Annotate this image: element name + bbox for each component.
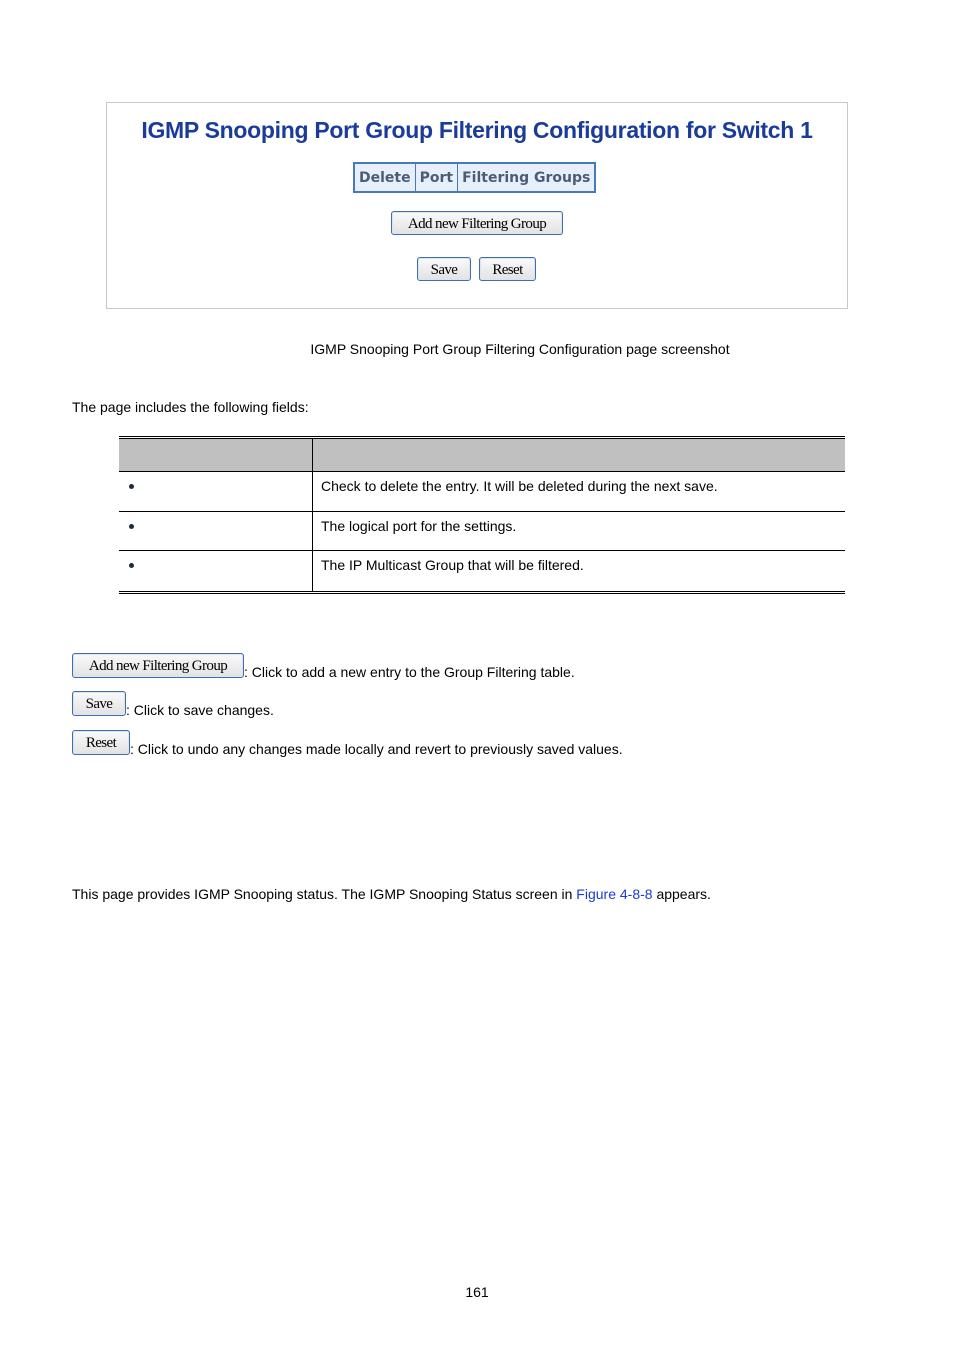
reset-button-sample[interactable]: Reset: [72, 730, 130, 755]
add-new-filtering-group-button[interactable]: Add new Filtering Group: [391, 211, 563, 235]
column-header-delete: Delete: [353, 162, 416, 193]
config-screenshot: IGMP Snooping Port Group Filtering Confi…: [106, 102, 848, 309]
bullet-icon: [129, 484, 134, 489]
add-new-filtering-group-button-sample[interactable]: Add new Filtering Group: [72, 653, 244, 678]
filtering-groups-table: Delete Port Filtering Groups: [353, 162, 597, 193]
field-description: The IP Multicast Group that will be filt…: [321, 557, 584, 573]
status-paragraph: This page provides IGMP Snooping status.…: [72, 886, 711, 902]
figure-link[interactable]: Figure 4-8-8: [576, 886, 652, 902]
page-number: 161: [465, 1284, 489, 1300]
fields-table: Check to delete the entry. It will be de…: [119, 436, 845, 594]
reset-button[interactable]: Reset: [479, 257, 536, 281]
button-help-text: : Click to save changes.: [126, 702, 274, 718]
column-header-filtering-groups: Filtering Groups: [457, 162, 596, 193]
table-row: The logical port for the settings.: [119, 512, 845, 551]
bullet-icon: [129, 563, 134, 568]
field-description: The logical port for the settings.: [321, 518, 517, 534]
header-object: [119, 439, 313, 471]
button-help-add: Add new Filtering Group : Click to add a…: [72, 653, 575, 680]
button-help-text: : Click to undo any changes made locally…: [130, 741, 623, 757]
fields-table-header: [119, 439, 845, 472]
intro-text: The page includes the following fields:: [72, 399, 309, 415]
header-description: [313, 439, 845, 471]
column-header-port: Port: [414, 162, 459, 193]
save-button-sample[interactable]: Save: [72, 691, 126, 716]
table-row: Check to delete the entry. It will be de…: [119, 472, 845, 512]
button-help-text: : Click to add a new entry to the Group …: [244, 664, 575, 680]
button-help-reset: Reset : Click to undo any changes made l…: [72, 730, 623, 757]
figure-caption: IGMP Snooping Port Group Filtering Confi…: [310, 341, 730, 357]
save-button[interactable]: Save: [417, 257, 471, 281]
field-description: Check to delete the entry. It will be de…: [321, 478, 718, 494]
button-help-save: Save : Click to save changes.: [72, 691, 274, 718]
config-page-title: IGMP Snooping Port Group Filtering Confi…: [141, 117, 813, 143]
bullet-icon: [129, 524, 134, 529]
table-row: The IP Multicast Group that will be filt…: [119, 551, 845, 591]
